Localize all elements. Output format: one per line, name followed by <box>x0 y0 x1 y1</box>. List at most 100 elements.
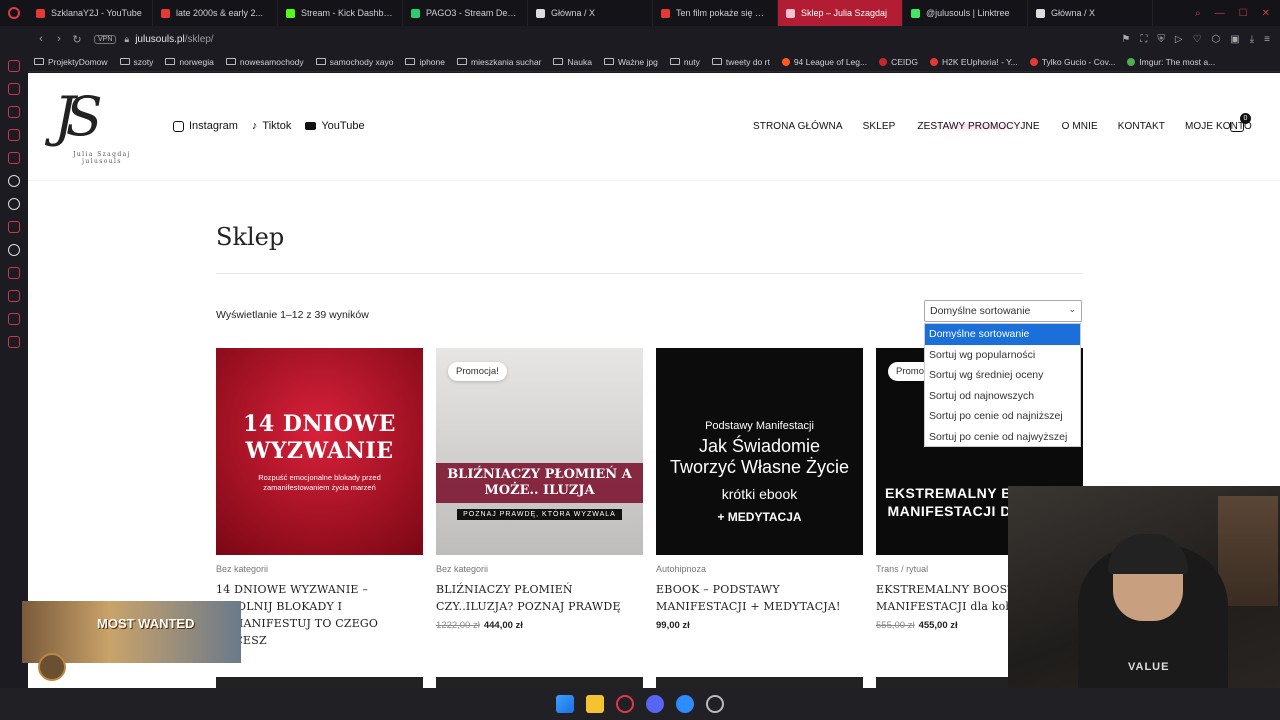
opera-icon[interactable] <box>616 695 634 713</box>
instagram-icon <box>173 120 184 132</box>
bookmark-item[interactable]: szoty <box>119 57 153 67</box>
product-card[interactable]: Podstawy Manifestacji Jak Świadomie Tworz… <box>656 348 863 665</box>
bookmark-item[interactable]: nowesamochody <box>225 57 304 67</box>
browser-tab[interactable]: SzklanaY2J - YouTube <box>28 0 153 26</box>
browser-tab[interactable]: Główna / X <box>528 0 653 26</box>
messenger-icon[interactable] <box>676 695 694 713</box>
sidebar-app-icon[interactable] <box>8 198 20 210</box>
browser-tab[interactable]: Główna / X <box>1028 0 1153 26</box>
tiktok-link[interactable]: ♪ Tiktok <box>252 120 291 132</box>
bookmark-item[interactable]: mieszkania suchar <box>457 57 541 67</box>
product-name[interactable]: BLIŹNIACZY PŁOMIEŃ CZY..ILUZJA? POZNAJ P… <box>436 581 643 615</box>
opera-menu-icon[interactable] <box>0 0 28 26</box>
file-explorer-icon[interactable] <box>586 695 604 713</box>
tab-favicon-icon <box>1036 8 1045 18</box>
discord-icon[interactable] <box>646 695 664 713</box>
snapshot-icon[interactable]: ⛶ <box>1140 34 1147 45</box>
product-category[interactable]: Autohipnoza <box>656 564 863 574</box>
bookmark-item[interactable]: 94 League of Leg... <box>781 57 867 67</box>
download-icon[interactable]: ⤓ <box>1250 34 1254 45</box>
menu-icon[interactable]: ≡ <box>1264 34 1270 45</box>
bookmark-item[interactable]: Imgur: The most a... <box>1127 57 1215 67</box>
browser-tab[interactable]: Sklep – Julia Szagdaj <box>778 0 903 26</box>
nav-home[interactable]: STRONA GŁÓWNA <box>753 121 843 132</box>
browser-tab[interactable]: @julusouls | Linktree <box>903 0 1028 26</box>
product-thumb[interactable] <box>216 677 423 688</box>
product-category[interactable]: Bez kategorii <box>216 564 423 574</box>
app-icon[interactable] <box>706 695 724 713</box>
sidebar-app-icon[interactable] <box>8 83 20 95</box>
browser-tab[interactable]: Ten film pokaże się osob... <box>653 0 778 26</box>
browser-tab[interactable]: PAGO3 - Stream Dec 07... <box>403 0 528 26</box>
product-card[interactable]: 14 DNIOWE WYZWANIE Rozpuść emocjonalne bl… <box>216 348 423 665</box>
shield-icon[interactable]: ⛨ <box>1157 34 1165 45</box>
close-window-icon[interactable]: ✕ <box>1262 8 1270 19</box>
extensions-icon[interactable]: ⬡ <box>1212 34 1221 45</box>
start-icon[interactable] <box>556 695 574 713</box>
bookmark-item[interactable]: iphone <box>405 57 445 67</box>
bookmark-item[interactable]: ProjektyDomow <box>34 57 108 67</box>
sort-option[interactable]: Sortuj od najnowszych <box>925 386 1080 407</box>
sort-option[interactable]: Sortuj wg popularności <box>925 345 1080 366</box>
bookmark-item[interactable]: Nauka <box>553 57 592 67</box>
vpn-badge[interactable]: VPN <box>94 34 117 44</box>
sidebar-app-icon[interactable] <box>8 313 20 325</box>
minimize-icon[interactable]: — <box>1215 8 1225 19</box>
heart-icon[interactable]: ♡ <box>1193 34 1202 45</box>
search-tabs-icon[interactable]: ⌕ <box>1195 8 1201 19</box>
bookmark-item[interactable]: nuty <box>669 57 700 67</box>
browser-tab[interactable]: Stream - Kick Dashboard <box>278 0 403 26</box>
bookmark-item[interactable]: norwegia <box>165 57 214 67</box>
back-icon[interactable]: ‹ <box>32 33 50 45</box>
site-logo[interactable]: JS Julia Szagdaj julusouls <box>50 85 150 169</box>
sidebar-app-icon[interactable] <box>8 336 20 348</box>
nav-shop[interactable]: SKLEP <box>863 121 896 132</box>
lock-icon[interactable]: 🔒︎ <box>124 34 129 45</box>
folder-icon <box>457 58 467 65</box>
sort-option[interactable]: Domyślne sortowanie <box>925 324 1080 345</box>
product-name[interactable]: 14 DNIOWE WYZWANIE – UWOLNIJ BLOKADY I Z… <box>216 581 423 649</box>
product-image[interactable]: Podstawy Manifestacji Jak Świadomie Tworz… <box>656 348 863 555</box>
sidebar-app-icon[interactable] <box>8 244 20 256</box>
sale-badge: Promocja! <box>448 362 507 381</box>
product-category[interactable]: Bez kategorii <box>436 564 643 574</box>
product-card[interactable]: Promocja! BLIŹNIACZY PŁOMIEŃ A MOŻE.. ILU… <box>436 348 643 665</box>
sidebar-app-icon[interactable] <box>8 106 20 118</box>
nav-about[interactable]: O MNIE <box>1062 121 1098 132</box>
bookmark-item[interactable]: H2K EUphoria! - Y... <box>930 57 1018 67</box>
product-image[interactable]: 14 DNIOWE WYZWANIE Rozpuść emocjonalne bl… <box>216 348 423 555</box>
maximize-icon[interactable]: ☐ <box>1239 8 1248 19</box>
youtube-link[interactable]: YouTube <box>305 120 365 132</box>
product-thumb[interactable] <box>436 677 643 688</box>
sort-option[interactable]: Sortuj po cenie od najniższej <box>925 406 1080 427</box>
bookmark-item[interactable]: samochody xayo <box>315 57 393 67</box>
sidebar-app-icon[interactable] <box>8 221 20 233</box>
sort-option[interactable]: Sortuj po cenie od najwyższej <box>925 427 1080 448</box>
instagram-link[interactable]: Instagram <box>173 120 238 132</box>
bookmark-item[interactable]: CEIDG <box>879 57 918 67</box>
bookmark-item[interactable]: Tylko Gucio - Cov... <box>1029 57 1115 67</box>
forward-icon[interactable]: › <box>50 33 68 45</box>
reload-icon[interactable]: ↻ <box>68 33 86 46</box>
bookmark-icon[interactable]: ⚑ <box>1121 34 1130 45</box>
cart-button[interactable]: 0 <box>1230 113 1251 132</box>
nav-promo[interactable]: ZESTAWY PROMOCYJNE <box>915 121 1042 132</box>
sidebar-app-icon[interactable] <box>8 152 20 164</box>
bookmark-item[interactable]: tweety do rt <box>711 57 770 67</box>
sidebar-app-icon[interactable] <box>8 175 20 187</box>
sort-option[interactable]: Sortuj wg średniej oceny <box>925 365 1080 386</box>
product-name[interactable]: EBOOK – PODSTAWY MANIFESTACJI + MEDYTACJ… <box>656 581 863 615</box>
sidebar-app-icon[interactable] <box>8 129 20 141</box>
browser-tab[interactable]: late 2000s & early 2... <box>153 0 278 26</box>
bookmark-item[interactable]: Ważne jpg <box>603 57 658 67</box>
url-field[interactable]: julusouls.pl/sklep/ <box>135 34 213 45</box>
sidebar-app-icon[interactable] <box>8 267 20 279</box>
sidebar-app-icon[interactable] <box>8 60 20 72</box>
product-thumb[interactable] <box>656 677 863 688</box>
nav-contact[interactable]: KONTAKT <box>1118 121 1165 132</box>
sort-select[interactable]: Domyślne sortowanie ⌄ <box>924 300 1082 322</box>
player-icon[interactable]: ▷ <box>1175 34 1183 45</box>
sidebar-app-icon[interactable] <box>8 290 20 302</box>
wallet-icon[interactable]: ▣ <box>1230 34 1239 45</box>
tab-favicon-icon <box>661 8 670 18</box>
